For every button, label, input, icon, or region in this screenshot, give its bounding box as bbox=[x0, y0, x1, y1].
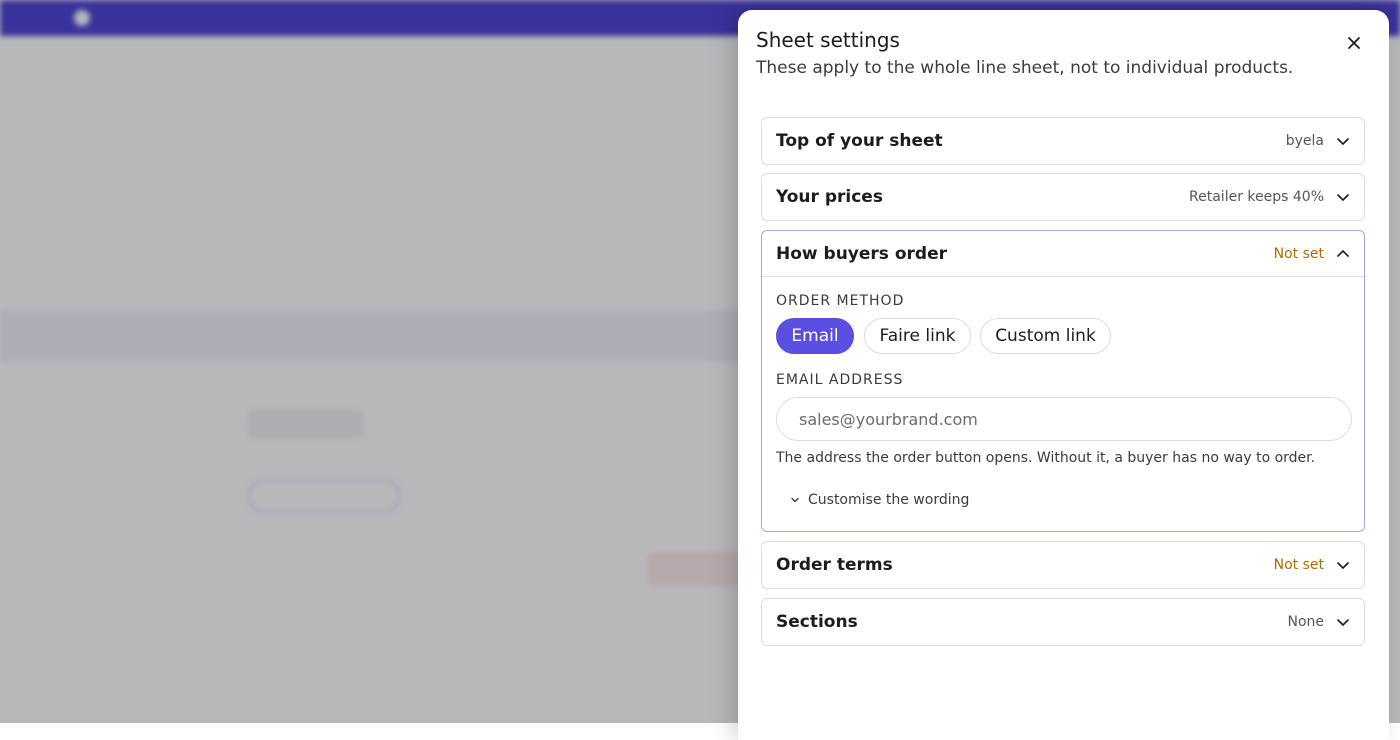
close-icon[interactable] bbox=[1345, 34, 1363, 52]
chevron-up-icon bbox=[1337, 249, 1349, 257]
email-field[interactable] bbox=[776, 397, 1352, 441]
customise-wording-label: Customise the wording bbox=[808, 492, 970, 508]
section-your-prices[interactable]: Your prices Retailer keeps 40% bbox=[761, 173, 1365, 221]
section-top-of-sheet[interactable]: Top of your sheet byela bbox=[761, 117, 1365, 165]
status-badge: Not set bbox=[1273, 557, 1324, 573]
method-faire-link-button[interactable]: Faire link bbox=[864, 318, 971, 354]
email-help-text: The address the order button opens. With… bbox=[776, 450, 1316, 466]
drawer-subtitle: These apply to the whole line sheet, not… bbox=[756, 58, 1294, 78]
section-sections[interactable]: Sections None bbox=[761, 598, 1365, 646]
section-title: How buyers order bbox=[776, 243, 947, 264]
method-email-button[interactable]: Email bbox=[776, 318, 854, 354]
chevron-down-icon bbox=[1337, 562, 1349, 569]
chevron-down-icon bbox=[1337, 138, 1349, 145]
section-title: Sections bbox=[776, 612, 858, 632]
customise-wording-toggle[interactable]: Customise the wording bbox=[790, 492, 969, 508]
section-title: Order terms bbox=[776, 555, 893, 575]
chevron-down-icon bbox=[1337, 194, 1349, 201]
section-how-buyers-order: How buyers order Not set ORDER METHOD Em… bbox=[761, 230, 1365, 532]
section-title: Your prices bbox=[776, 187, 883, 207]
section-value: Retailer keeps 40% bbox=[1189, 189, 1324, 205]
section-value: byela bbox=[1285, 133, 1324, 149]
section-order-terms[interactable]: Order terms Not set bbox=[761, 541, 1365, 589]
section-title: Top of your sheet bbox=[776, 131, 943, 151]
status-badge: Not set bbox=[1273, 245, 1324, 262]
section-header[interactable]: How buyers order Not set bbox=[762, 231, 1364, 277]
chevron-down-icon bbox=[791, 497, 799, 503]
chevron-down-icon bbox=[1337, 619, 1349, 626]
email-address-label: EMAIL ADDRESS bbox=[776, 372, 904, 388]
order-method-label: ORDER METHOD bbox=[776, 293, 905, 309]
section-value: None bbox=[1287, 614, 1324, 630]
method-custom-link-button[interactable]: Custom link bbox=[980, 318, 1111, 354]
sheet-settings-drawer: Sheet settings These apply to the whole … bbox=[738, 10, 1389, 740]
drawer-title: Sheet settings bbox=[756, 28, 900, 52]
